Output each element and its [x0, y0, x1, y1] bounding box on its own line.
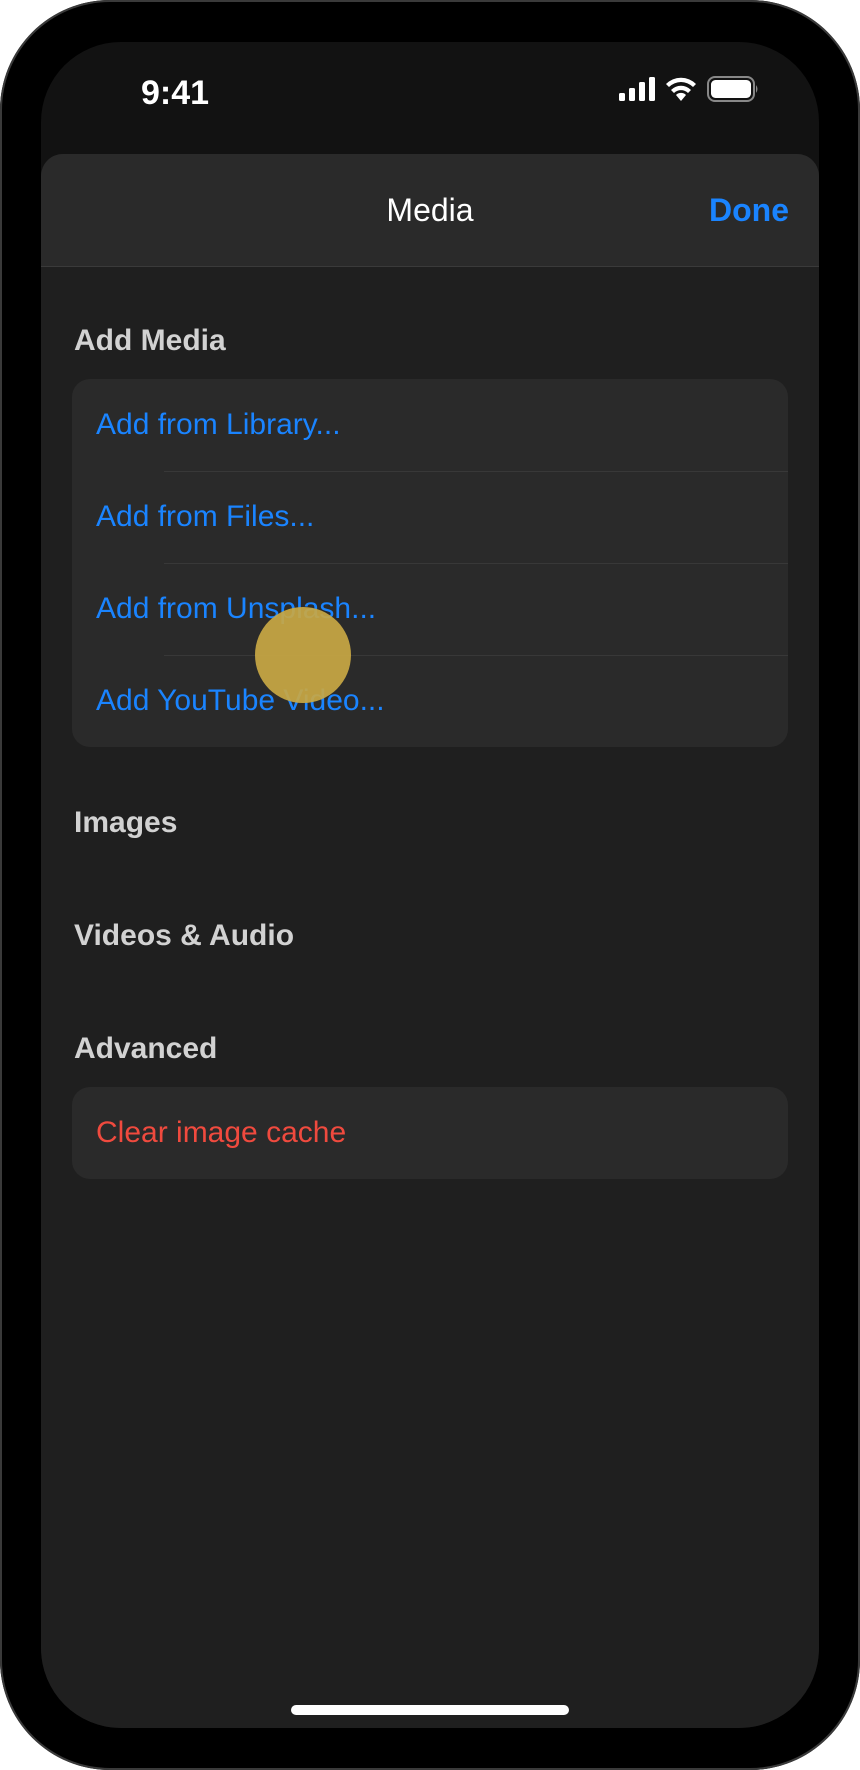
screen: 9:41 Media Done Add Media Add from Libra…: [41, 42, 819, 1728]
touch-indicator: [255, 607, 351, 703]
phone-frame: 9:41 Media Done Add Media Add from Libra…: [0, 0, 860, 1770]
media-sheet: Media Done Add Media Add from Library...…: [41, 154, 819, 1728]
add-from-unsplash-button[interactable]: Add from Unsplash...: [72, 563, 788, 655]
section-header-videos-audio[interactable]: Videos & Audio: [74, 919, 294, 953]
wifi-icon: [666, 77, 696, 101]
clear-image-cache-button[interactable]: Clear image cache: [72, 1087, 788, 1179]
section-header-images[interactable]: Images: [74, 806, 177, 840]
sheet-title: Media: [386, 192, 474, 228]
section-header-advanced: Advanced: [74, 1032, 218, 1065]
done-button[interactable]: Done: [709, 192, 789, 229]
battery-icon: [707, 76, 758, 102]
status-icons: [619, 76, 759, 102]
navigation-bar: Media Done: [41, 154, 819, 267]
add-media-card: Add from Library... Add from Files... Ad…: [72, 379, 788, 747]
add-from-files-button[interactable]: Add from Files...: [72, 471, 788, 563]
add-from-library-button[interactable]: Add from Library...: [72, 379, 788, 471]
home-indicator[interactable]: [291, 1705, 569, 1715]
add-youtube-video-button[interactable]: Add YouTube Video...: [72, 655, 788, 747]
cellular-signal-icon: [619, 77, 655, 101]
section-header-add-media: Add Media: [74, 324, 226, 357]
status-bar: 9:41: [41, 42, 819, 154]
status-time: 9:41: [141, 74, 210, 112]
advanced-card: Clear image cache: [72, 1087, 788, 1179]
